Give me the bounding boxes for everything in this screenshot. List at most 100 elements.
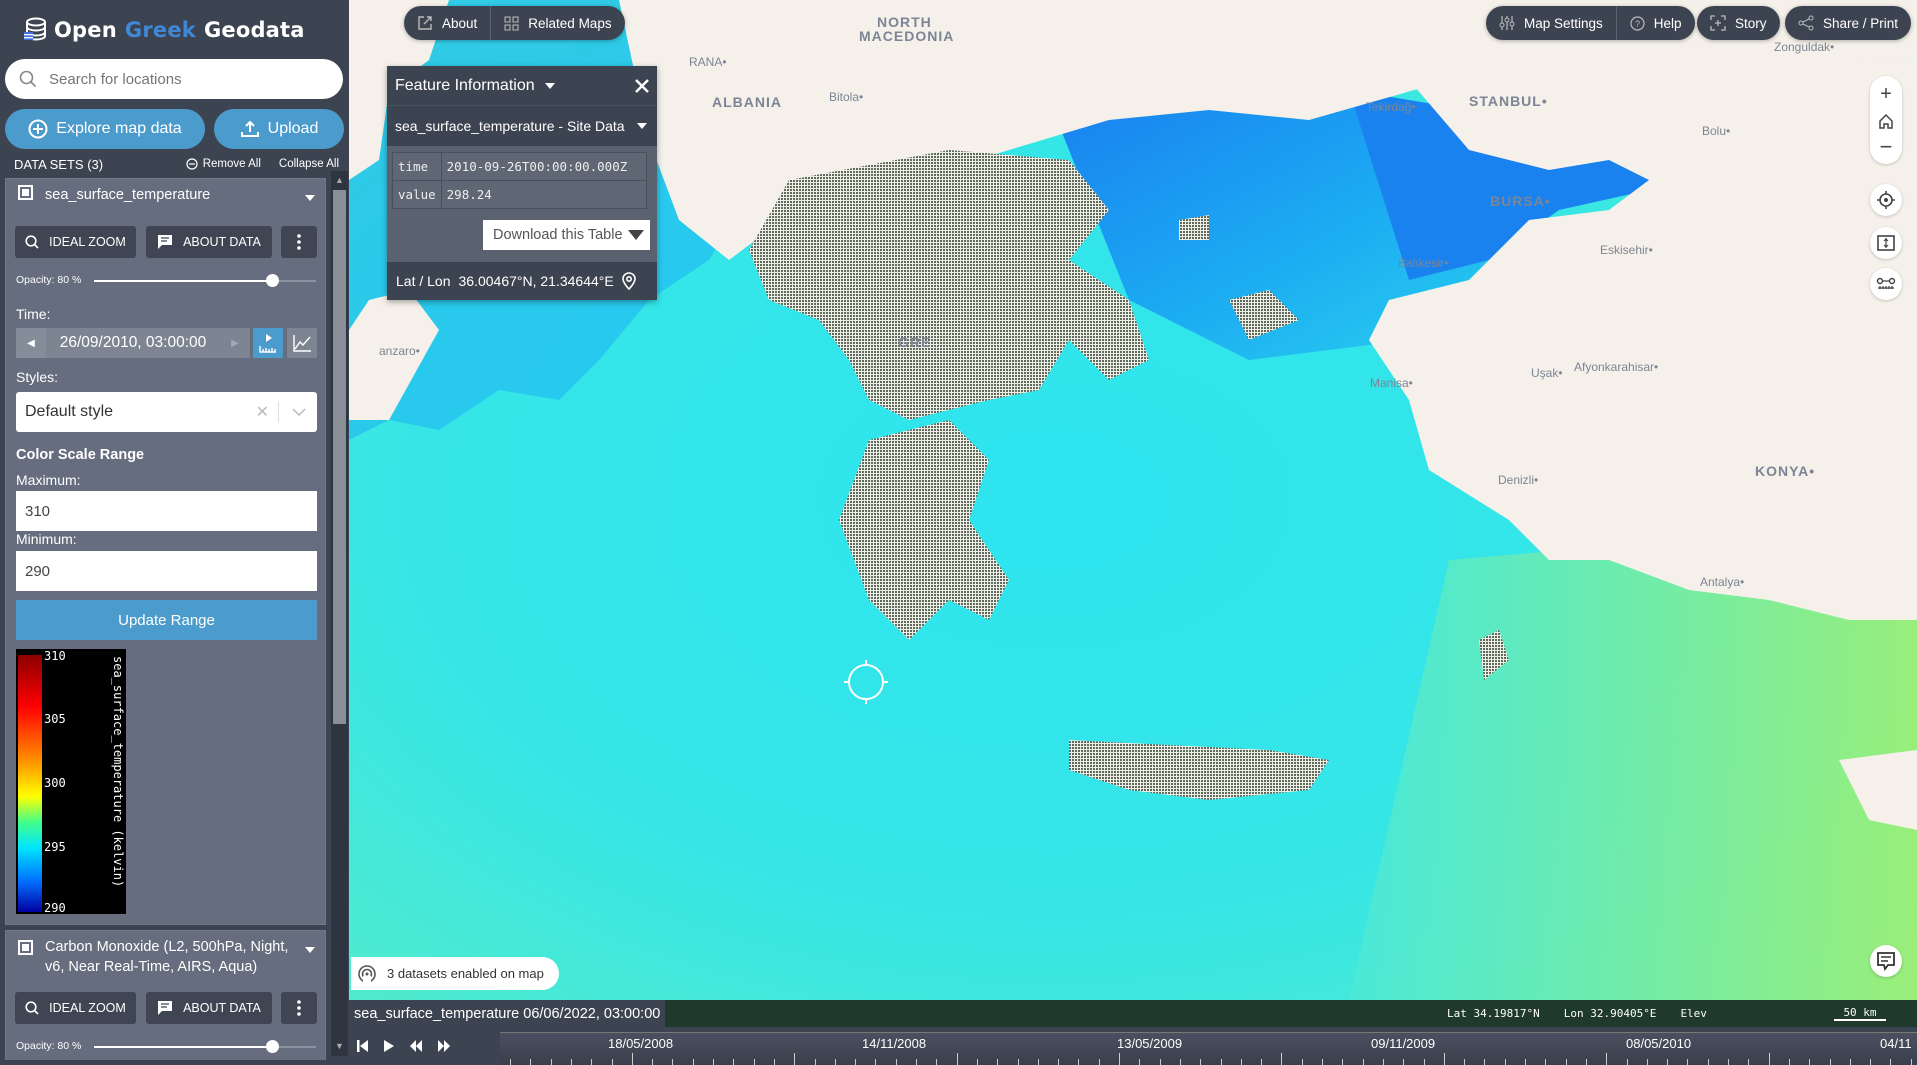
story-button-inner[interactable]: Story	[1697, 6, 1780, 40]
timeline-tick	[773, 1059, 775, 1065]
datasets-enabled-text: 3 datasets enabled on map	[387, 966, 544, 981]
help-button[interactable]: ? Help	[1617, 6, 1695, 40]
feedback-button[interactable]	[1870, 945, 1902, 977]
timeline-tick	[570, 1059, 572, 1065]
remove-all-button[interactable]: Remove All	[186, 158, 261, 170]
time-value[interactable]: 26/09/2010, 03:00:00	[46, 334, 220, 352]
timeline-tick	[976, 1059, 978, 1065]
map-label: MACEDONIA	[859, 28, 955, 44]
download-label: Download this Table	[493, 227, 623, 243]
opacity-slider[interactable]	[94, 274, 316, 287]
maximum-input[interactable]: 310	[16, 491, 317, 531]
timeline-tick	[550, 1059, 552, 1065]
map-settings-button[interactable]: Map Settings	[1486, 6, 1616, 40]
map-label: KONYA•	[1755, 463, 1816, 479]
share-print-inner[interactable]: Share / Print	[1785, 6, 1911, 40]
legend-tick: 290	[44, 901, 66, 915]
timeline-tick	[1382, 1059, 1384, 1065]
location-search[interactable]	[5, 59, 343, 99]
dataset-panel-sst: sea_surface_temperature IDEAL ZOOM ABOUT…	[5, 178, 326, 925]
scale-bar: 50 km	[1834, 1000, 1886, 1027]
update-range-button[interactable]: Update Range	[16, 600, 317, 640]
minimum-input[interactable]: 290	[16, 551, 317, 591]
map-label: Antalya•	[1700, 575, 1745, 589]
more-options-button[interactable]	[281, 226, 317, 258]
zoom-in-button[interactable]: +	[1880, 84, 1892, 104]
animate-time-button[interactable]	[253, 328, 283, 358]
opacity-slider-handle[interactable]	[265, 1040, 279, 1053]
timeline-tick	[814, 1059, 816, 1065]
zoom-out-button[interactable]: −	[1880, 135, 1893, 157]
play-icon[interactable]	[383, 1039, 395, 1053]
timeline: 18/05/2008 14/11/2008 13/05/2009 09/11/2…	[349, 1027, 1917, 1065]
dataset-visibility-checkbox[interactable]	[18, 185, 33, 200]
about-data-button[interactable]: ABOUT DATA	[146, 226, 272, 258]
feature-info-collapse-icon[interactable]	[544, 82, 555, 89]
opacity-slider-fill	[94, 280, 272, 282]
location-pin-icon[interactable]	[621, 272, 636, 290]
timeline-controls	[349, 1027, 451, 1065]
datasets-enabled-badge[interactable]: 3 datasets enabled on map	[351, 957, 559, 990]
ideal-zoom-label: IDEAL ZOOM	[49, 1001, 126, 1015]
map-label: Uşak•	[1531, 366, 1563, 380]
opacity-slider-handle[interactable]	[265, 274, 279, 287]
about-button[interactable]: About	[404, 6, 490, 40]
dataset-expand-caret-icon[interactable]	[305, 195, 315, 201]
style-select[interactable]: Default style ✕	[16, 392, 317, 432]
timeline-tick	[692, 1059, 694, 1065]
step-forward-icon[interactable]	[437, 1039, 451, 1053]
about-data-label: ABOUT DATA	[183, 235, 261, 249]
measure-tool-button[interactable]	[1870, 268, 1902, 300]
dataset-section-caret-icon[interactable]	[637, 123, 647, 129]
timeline-tick	[753, 1059, 755, 1065]
timeline-tick	[1728, 1059, 1729, 1065]
jump-to-start-icon[interactable]	[357, 1039, 369, 1053]
story-button[interactable]: Story	[1697, 6, 1780, 40]
timeline-tick	[1849, 1059, 1851, 1065]
step-back-icon[interactable]	[409, 1039, 423, 1053]
opacity-label: Opacity: 80 %	[16, 1040, 82, 1052]
explore-map-data-button[interactable]: Explore map data	[5, 109, 205, 149]
share-print-button[interactable]: Share / Print	[1785, 6, 1912, 40]
ideal-zoom-button[interactable]: IDEAL ZOOM	[15, 992, 136, 1024]
timeline-date-label: 08/05/2010	[1626, 1036, 1692, 1051]
download-table-button[interactable]: Download this Table	[483, 220, 650, 250]
chevron-down-icon[interactable]	[292, 408, 306, 416]
next-time-button[interactable]: ▶	[220, 328, 250, 358]
timeline-track[interactable]: 18/05/2008 14/11/2008 13/05/2009 09/11/2…	[500, 1032, 1917, 1065]
timeline-tick	[875, 1059, 877, 1065]
kebab-menu-icon	[297, 1000, 301, 1016]
timeline-tick	[1748, 1059, 1750, 1065]
scroll-up-arrow[interactable]: ▲	[331, 171, 348, 188]
upload-button[interactable]: Upload	[214, 109, 344, 149]
timeline-tick	[1646, 1059, 1648, 1065]
table-row: value 298.24	[392, 180, 647, 209]
time-series-chart-button[interactable]	[287, 328, 317, 358]
collapse-all-button[interactable]: Collapse All	[279, 158, 339, 170]
ideal-zoom-button[interactable]: IDEAL ZOOM	[15, 226, 136, 258]
my-location-button[interactable]	[1870, 184, 1902, 216]
feature-info-dataset-header[interactable]: sea_surface_temperature - Site Data	[387, 106, 657, 146]
sidebar-scrollbar-thumb[interactable]	[333, 190, 346, 724]
comment-icon	[158, 235, 173, 249]
broadcast-icon	[358, 964, 376, 984]
dataset-visibility-checkbox[interactable]	[18, 940, 33, 955]
more-options-button[interactable]	[281, 992, 317, 1024]
split-compare-button[interactable]	[1870, 227, 1902, 259]
close-icon[interactable]	[635, 79, 649, 93]
scroll-down-arrow[interactable]: ▼	[331, 1037, 348, 1054]
time-selector: ◀ 26/09/2010, 03:00:00 ▶	[16, 328, 250, 358]
timeline-tick	[1870, 1059, 1872, 1065]
related-maps-button[interactable]: Related Maps	[491, 6, 624, 40]
legend-color-bar	[18, 655, 42, 912]
table-key: time	[392, 152, 442, 181]
dataset-expand-caret-icon[interactable]	[305, 947, 315, 953]
previous-time-button[interactable]: ◀	[16, 328, 46, 358]
about-data-button[interactable]: ABOUT DATA	[146, 992, 272, 1024]
timeline-tick	[855, 1059, 857, 1065]
clear-style-icon[interactable]: ✕	[256, 402, 269, 422]
search-input[interactable]	[49, 70, 309, 88]
table-value: 298.24	[440, 180, 647, 209]
opacity-slider[interactable]	[94, 1040, 316, 1053]
home-icon[interactable]	[1878, 113, 1894, 129]
